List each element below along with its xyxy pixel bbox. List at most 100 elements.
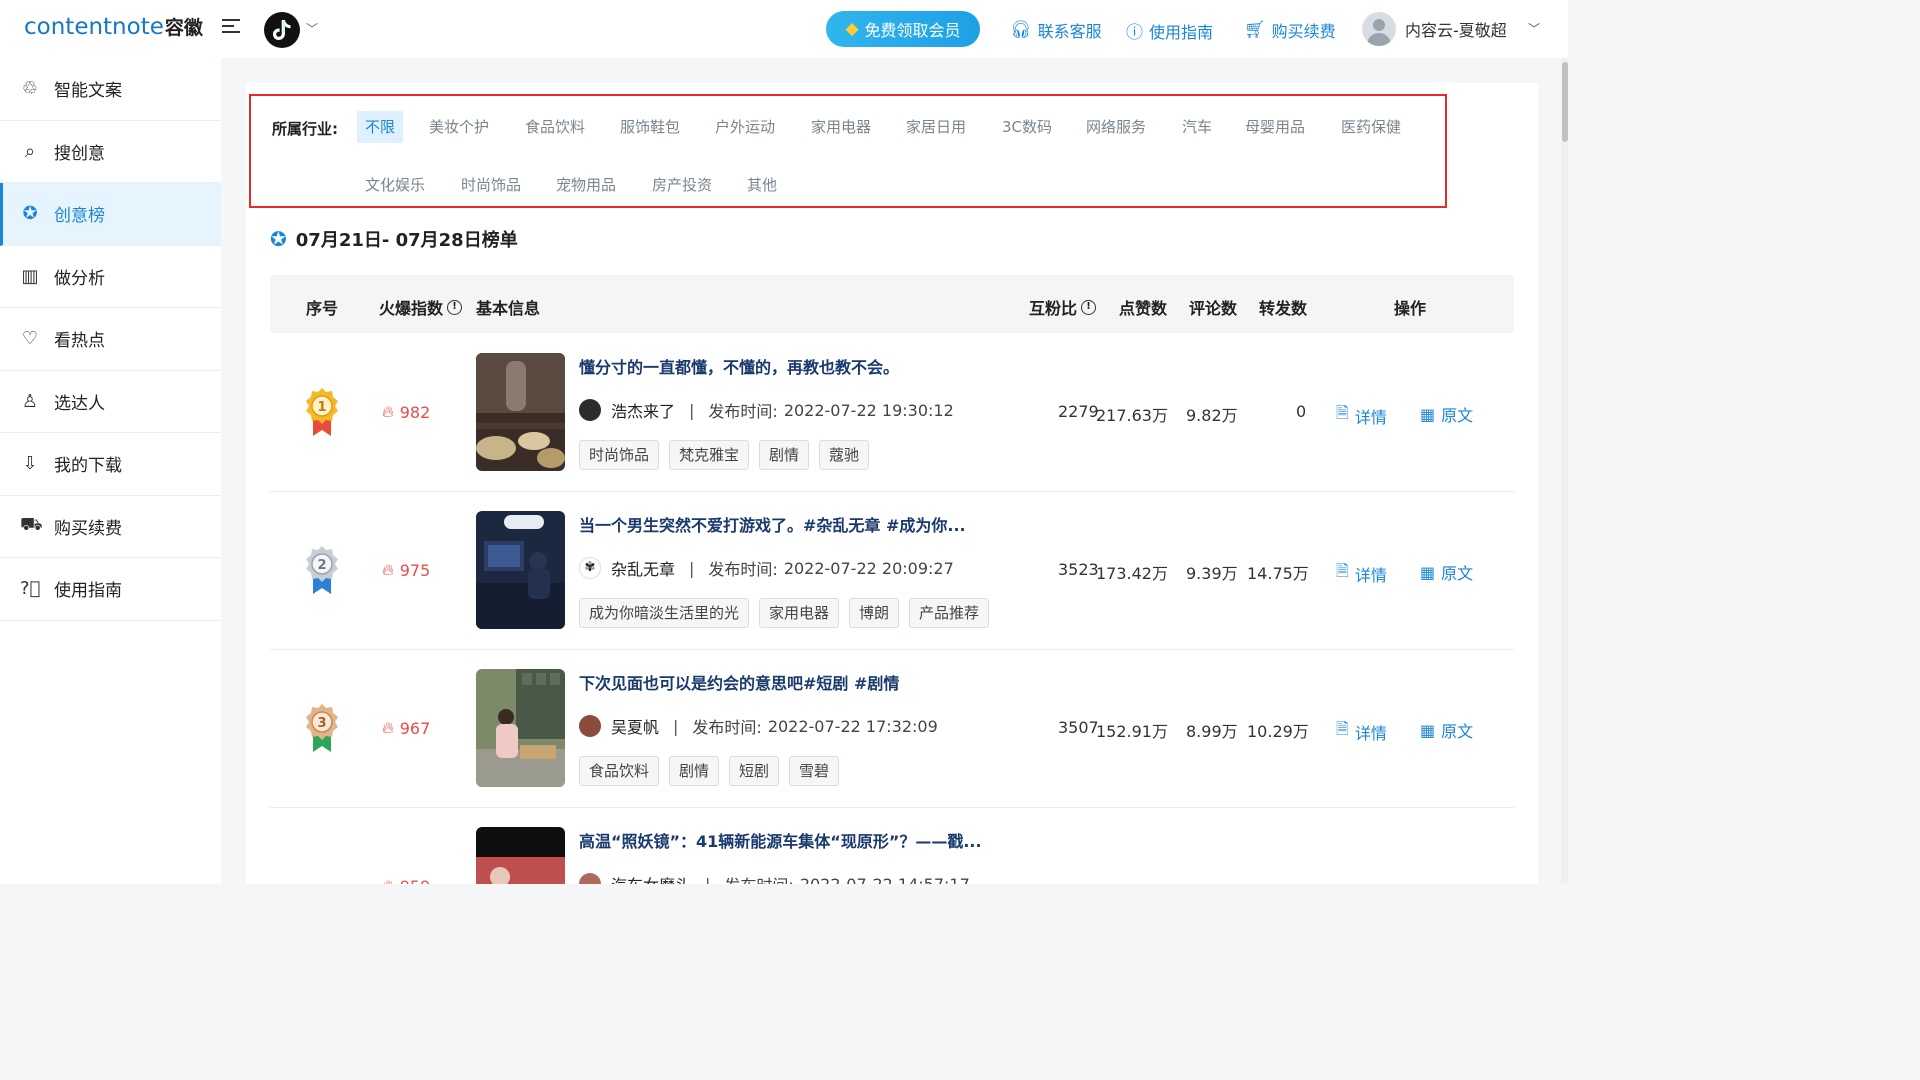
table-row: 1 🔥︎ 982 懂分寸的一直都懂，不懂的，再教也教不会。 浩杰来了 | 发布时间… <box>270 334 1514 492</box>
user-menu[interactable]: 内容云-夏敬超 <box>1362 12 1507 46</box>
author-name[interactable]: 汽车女魔头 <box>611 872 691 884</box>
industry-chip[interactable]: 网络服务 <box>1078 111 1154 143</box>
user-guide-link[interactable]: ⓘ 使用指南 <box>1126 18 1213 44</box>
author-name[interactable]: 杂乱无章 <box>611 556 675 580</box>
industry-chip[interactable]: 食品饮料 <box>517 111 593 143</box>
tag-list: 成为你暗淡生活里的光 家用电器 博朗 产品推荐 <box>579 598 990 628</box>
chevron-down-icon[interactable]: ﹀ <box>306 20 318 37</box>
author-name[interactable]: 浩杰来了 <box>611 398 675 422</box>
video-thumbnail[interactable] <box>476 511 565 629</box>
industry-chip[interactable]: 家用电器 <box>803 111 879 143</box>
publish-label: 发布时间: <box>724 872 793 884</box>
video-thumbnail[interactable] <box>476 827 565 884</box>
author-info: 浩杰来了 | 发布时间: 2022-07-22 19:30:12 <box>579 398 954 422</box>
author-avatar[interactable] <box>579 399 601 421</box>
silver-medal-icon: 2 <box>306 546 338 594</box>
sidebar-item-analysis[interactable]: ▥ 做分析 <box>0 246 221 308</box>
author-avatar[interactable] <box>579 715 601 737</box>
industry-chip[interactable]: 宠物用品 <box>548 169 624 201</box>
tag[interactable]: 时尚饰品 <box>579 440 660 470</box>
industry-chip[interactable]: 房产投资 <box>644 169 720 201</box>
likes-count: 217.63万 <box>1096 406 1168 425</box>
industry-chip[interactable]: 3C数码 <box>994 111 1060 143</box>
detail-button[interactable]: 🗎︎ 详情 <box>1336 718 1387 745</box>
likes-count: 152.91万 <box>1096 722 1168 741</box>
heat-index: 🔥︎959 <box>382 876 430 884</box>
sidebar-item-downloads[interactable]: ⇩ 我的下载 <box>0 433 221 496</box>
menu-toggle-icon[interactable] <box>222 19 240 37</box>
person-icon: ♙ <box>21 390 39 412</box>
industry-chip[interactable]: 医药保健 <box>1333 111 1409 143</box>
author-avatar[interactable] <box>579 873 601 884</box>
video-title-link[interactable]: 高温“照妖镜”：41辆新能源车集体“现原形”？——戳... <box>579 828 999 852</box>
industry-chip[interactable]: 汽车 <box>1174 111 1220 143</box>
info-icon[interactable]: ! <box>1081 299 1097 315</box>
svg-text:2: 2 <box>317 558 326 573</box>
video-title-link[interactable]: 懂分寸的一直都懂，不懂的，再教也教不会。 <box>579 354 999 378</box>
comments-count: 9.82万 <box>1186 406 1238 425</box>
fan-ratio: 2279 <box>1058 402 1099 421</box>
analysis-chart-icon: ▥ <box>21 265 39 287</box>
author-avatar[interactable]: ✾ <box>579 557 601 579</box>
sidebar-item-guide[interactable]: ?⃝ 使用指南 <box>0 558 221 621</box>
tag[interactable]: 剧情 <box>669 756 720 786</box>
svg-text:3: 3 <box>317 716 326 731</box>
user-chevron-down-icon[interactable]: ﹀ <box>1528 20 1540 37</box>
sidebar-item-buy[interactable]: ⛟ 购买续费 <box>0 496 221 558</box>
fire-icon: 🔥︎ <box>382 560 394 579</box>
tag[interactable]: 雪碧 <box>789 756 840 786</box>
tag[interactable]: 短剧 <box>729 756 780 786</box>
detail-button[interactable]: 🗎︎ 详情 <box>1336 402 1387 429</box>
sidebar-item-hot-topics[interactable]: ♡ 看热点 <box>0 308 221 371</box>
tag-list: 时尚饰品 梵克雅宝 剧情 蔻驰 <box>579 440 870 470</box>
buy-renew-link[interactable]: 🛒︎ 购买续费 <box>1244 18 1336 42</box>
qr-code-icon: ▦ <box>1420 562 1436 582</box>
detail-button[interactable]: 🗎︎ 详情 <box>1336 560 1387 587</box>
sidebar-item-ranking[interactable]: ✪ 创意榜 <box>0 183 221 246</box>
tag[interactable]: 蔻驰 <box>819 440 870 470</box>
origin-button[interactable]: ▦ 原文 <box>1420 402 1473 426</box>
sidebar-item-search-idea[interactable]: ⌕ 搜创意 <box>0 121 221 183</box>
sidebar: ♲ 智能文案 ⌕ 搜创意 ✪ 创意榜 ▥ 做分析 ♡ 看热点 ♙ 选达人 ⇩ 我的下载 ⛟ 购买… <box>0 58 221 884</box>
industry-chip[interactable]: 美妆个护 <box>421 111 497 143</box>
industry-chip[interactable]: 家居日用 <box>898 111 974 143</box>
scrollbar-thumb[interactable] <box>1562 62 1568 142</box>
video-title-link[interactable]: 下次见面也可以是约会的意思吧#短剧 #剧情 <box>579 670 999 694</box>
brand-logo[interactable]: contentnote容徽 <box>24 13 203 40</box>
industry-chip[interactable]: 户外运动 <box>707 111 783 143</box>
origin-button[interactable]: ▦ 原文 <box>1420 560 1473 584</box>
tag[interactable]: 博朗 <box>849 598 900 628</box>
industry-chip-all[interactable]: 不限 <box>357 111 404 143</box>
col-heat: 火爆指数! <box>379 295 463 319</box>
tag[interactable]: 剧情 <box>759 440 810 470</box>
video-thumbnail[interactable] <box>476 353 565 471</box>
table-header: 序号 火爆指数! 基本信息 互粉比! 点赞数 评论数 转发数 操作 <box>270 275 1514 333</box>
origin-button[interactable]: ▦ 原文 <box>1420 718 1473 742</box>
sidebar-item-smart-copy[interactable]: ♲ 智能文案 <box>0 58 221 121</box>
info-icon[interactable]: ! <box>447 299 463 315</box>
cart-icon: ⛟ <box>20 514 43 536</box>
tag[interactable]: 产品推荐 <box>909 598 990 628</box>
tag[interactable]: 家用电器 <box>759 598 840 628</box>
video-title-link[interactable]: 当一个男生突然不爱打游戏了。#杂乱无章 #成为你... <box>579 512 999 536</box>
contact-service-link[interactable]: 🎧︎ 联系客服 <box>1010 18 1102 42</box>
free-vip-button[interactable]: ◆ 免费领取会员 <box>826 11 980 47</box>
industry-chip[interactable]: 其他 <box>739 169 785 201</box>
industry-chip[interactable]: 服饰鞋包 <box>612 111 688 143</box>
video-thumbnail[interactable] <box>476 669 565 787</box>
sidebar-item-influencers[interactable]: ♙ 选达人 <box>0 371 221 433</box>
page-scrollbar[interactable] <box>1561 58 1568 884</box>
qr-code-icon: ▦ <box>1420 404 1436 424</box>
top-bar: contentnote容徽 ﹀ ◆ 免费领取会员 🎧︎ 联系客服 ⓘ 使用指南 🛒︎ 购… <box>0 0 1568 58</box>
tag[interactable]: 食品饮料 <box>579 756 660 786</box>
table-row: 高温“照妖镜”：41辆新能源车集体“现原形”？——戳... 汽车女魔头 | 发布… <box>270 808 1514 884</box>
industry-chip[interactable]: 文化娱乐 <box>357 169 433 201</box>
tag[interactable]: 成为你暗淡生活里的光 <box>579 598 750 628</box>
tag[interactable]: 梵克雅宝 <box>669 440 750 470</box>
tiktok-logo-icon[interactable] <box>264 12 300 48</box>
col-ratio: 互粉比! <box>1029 295 1097 319</box>
industry-chip[interactable]: 母婴用品 <box>1237 111 1313 143</box>
fan-ratio: 3507 <box>1058 718 1099 737</box>
author-name[interactable]: 吴夏帆 <box>611 714 659 738</box>
industry-chip[interactable]: 时尚饰品 <box>453 169 529 201</box>
